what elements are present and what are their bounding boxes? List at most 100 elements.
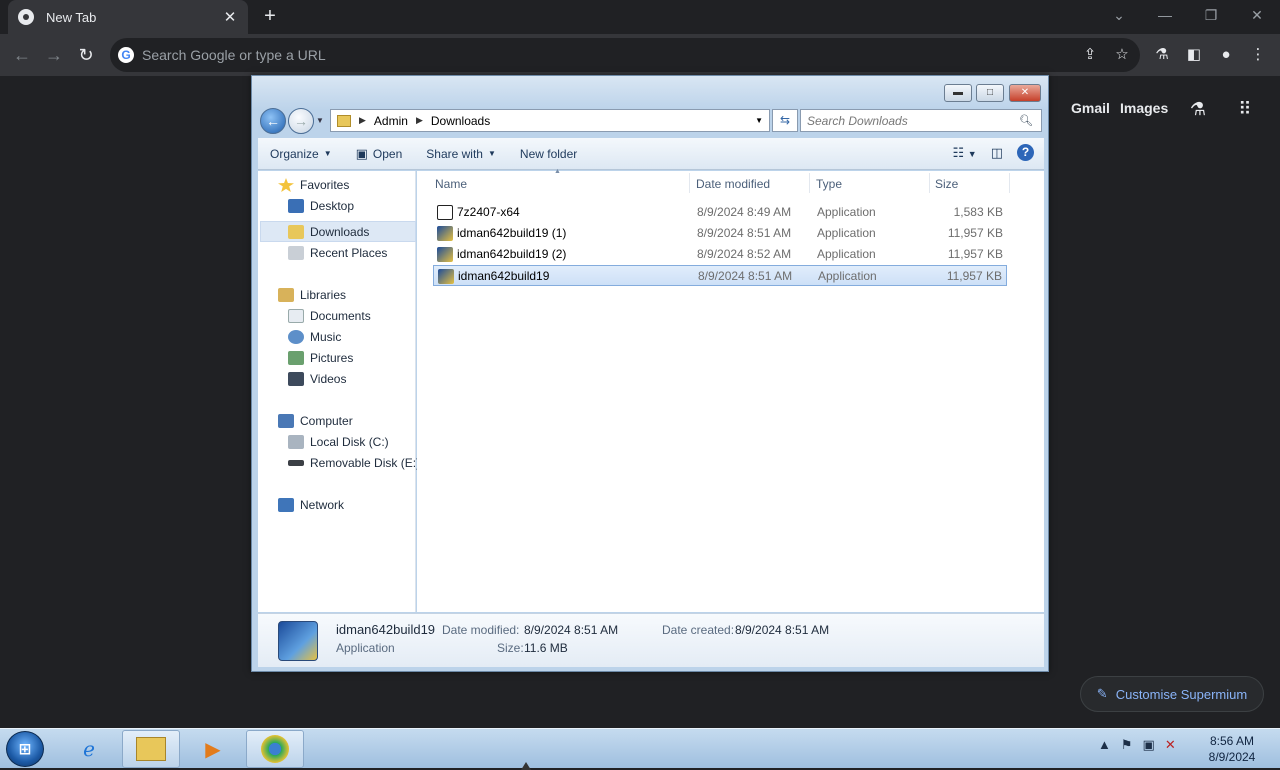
column-header-date-modified[interactable]: Date modified — [696, 177, 770, 191]
file-type: Application — [818, 269, 877, 283]
new-folder-button[interactable]: New folder — [520, 147, 577, 161]
open-button[interactable]: ▣ Open — [356, 146, 403, 162]
reload-icon[interactable]: ↻ — [74, 44, 98, 66]
explorer-forward-icon[interactable]: → — [288, 108, 314, 134]
explorer-maximize-button[interactable]: □ — [976, 84, 1004, 102]
change-view-icon[interactable]: ☷ ▼ — [953, 145, 977, 161]
action-center-flag-icon[interactable]: ⚑ — [1121, 737, 1133, 753]
file-name: idman642build19 — [458, 269, 550, 283]
nav-recent-places[interactable]: Recent Places — [288, 243, 387, 263]
address-bar[interactable]: ▶ Admin ▶ Downloads ▼ — [330, 109, 770, 132]
nav-local-disk[interactable]: Local Disk (C:) — [288, 432, 389, 452]
omnibox[interactable]: G — [110, 38, 1140, 72]
tab-search-icon[interactable]: ⌄ — [1104, 4, 1134, 26]
idm-installer-icon — [437, 226, 453, 241]
search-icon[interactable]: 🔍︎ — [1019, 114, 1033, 127]
close-browser-icon[interactable]: ✕ — [1242, 4, 1272, 26]
omnibox-input[interactable] — [142, 47, 1042, 63]
gmail-link[interactable]: Gmail — [1071, 100, 1110, 116]
volume-muted-icon[interactable]: ✕ — [1165, 737, 1176, 753]
nav-videos[interactable]: Videos — [288, 369, 346, 389]
nav-downloads[interactable]: Downloads — [288, 222, 369, 242]
file-name: idman642build19 (1) — [457, 226, 567, 240]
search-box[interactable]: 🔍︎ — [800, 109, 1042, 132]
profile-icon[interactable]: ● — [1215, 44, 1237, 66]
nav-label: Documents — [310, 309, 371, 323]
apps-icon[interactable]: ⠿ — [1234, 98, 1256, 120]
breadcrumb-downloads[interactable]: Downloads — [431, 114, 490, 128]
column-separator[interactable] — [1009, 173, 1010, 193]
file-size: 11,957 KB — [947, 247, 1003, 261]
column-header-size[interactable]: Size — [935, 177, 958, 191]
file-row[interactable]: idman642build19 (2) 8/9/2024 8:52 AM App… — [433, 244, 1007, 265]
chrome-favicon-icon — [18, 9, 34, 25]
start-button[interactable]: ⊞ — [6, 731, 44, 767]
file-type: Application — [817, 247, 876, 261]
column-separator[interactable] — [929, 173, 930, 193]
explorer-close-button[interactable]: ✕ — [1009, 84, 1041, 102]
column-separator[interactable] — [689, 173, 690, 193]
taskbar-clock[interactable]: 8:56 AM 8/9/2024 — [1200, 733, 1264, 765]
file-row-selected[interactable]: idman642build19 8/9/2024 8:51 AM Applica… — [433, 265, 1007, 286]
breadcrumb-arrow-icon[interactable]: ▶ — [416, 115, 423, 126]
file-row[interactable]: idman642build19 (1) 8/9/2024 8:51 AM App… — [433, 223, 1007, 244]
images-link[interactable]: Images — [1120, 100, 1168, 116]
new-tab-button[interactable]: + — [258, 5, 282, 29]
pencil-icon: ✎ — [1096, 686, 1108, 701]
nav-network[interactable]: Network — [278, 495, 344, 515]
star-icon — [278, 178, 294, 192]
share-with-button[interactable]: Share with ▼ — [426, 147, 496, 161]
browser-tab[interactable]: New Tab ✕ — [8, 0, 248, 34]
chrome-icon[interactable] — [246, 730, 304, 768]
internet-explorer-icon[interactable]: ℯ — [60, 730, 118, 768]
sort-ascending-icon: ▲ — [554, 168, 561, 175]
nav-documents[interactable]: Documents — [288, 306, 371, 326]
breadcrumb-arrow-icon[interactable]: ▶ — [359, 115, 366, 126]
file-row[interactable]: 7z2407-x64 8/9/2024 8:49 AM Application … — [433, 202, 1007, 223]
column-separator[interactable] — [809, 173, 810, 193]
forward-icon[interactable]: → — [42, 44, 66, 66]
nav-desktop[interactable]: Desktop — [288, 196, 354, 216]
new-folder-label: New folder — [519, 146, 578, 161]
nav-removable-disk[interactable]: Removable Disk (E:) — [288, 453, 420, 473]
explorer-minimize-button[interactable]: ▬ — [944, 84, 972, 102]
nav-label: Downloads — [310, 225, 370, 239]
customise-button[interactable]: ✎ Customise Supermium — [1080, 676, 1264, 712]
nav-label: Network — [300, 498, 345, 512]
nav-music[interactable]: Music — [288, 327, 341, 347]
nav-computer[interactable]: Computer — [278, 411, 353, 431]
nav-pictures[interactable]: Pictures — [288, 348, 353, 368]
media-player-icon[interactable]: ▶ — [184, 730, 242, 768]
minimize-browser-icon[interactable]: — — [1150, 4, 1180, 26]
recent-pages-dropdown-icon[interactable]: ▼ — [316, 116, 324, 125]
column-header-type[interactable]: Type — [816, 177, 842, 191]
labs-page-icon[interactable]: ⚗ — [1187, 98, 1209, 120]
help-icon[interactable]: ? — [1017, 144, 1034, 161]
nav-libraries[interactable]: Libraries — [278, 285, 346, 305]
restore-browser-icon[interactable]: ❐ — [1196, 4, 1226, 26]
navigation-pane: Favorites Desktop Downloads Recent Place… — [258, 171, 420, 612]
show-hidden-icons-icon[interactable]: ▲ — [1098, 737, 1111, 753]
nav-label: Pictures — [310, 351, 354, 365]
details-kind: Application — [336, 641, 395, 655]
organize-button[interactable]: Organize ▼ — [270, 147, 332, 161]
explorer-back-icon[interactable]: ← — [260, 108, 286, 134]
menu-icon[interactable]: ⋮ — [1247, 44, 1269, 66]
share-icon[interactable]: ⇪ — [1079, 44, 1101, 66]
libraries-icon — [278, 288, 294, 302]
network-tray-icon[interactable]: ▣ — [1143, 737, 1155, 753]
star-icon[interactable]: ☆ — [1111, 44, 1133, 66]
search-input[interactable] — [807, 113, 1019, 128]
preview-pane-icon[interactable]: ◫ — [991, 145, 1003, 161]
breadcrumb-admin[interactable]: Admin — [374, 114, 408, 128]
refresh-icon[interactable]: ⇆ — [772, 109, 798, 132]
back-icon[interactable]: ← — [10, 44, 34, 66]
file-explorer-icon[interactable] — [122, 730, 180, 768]
address-dropdown-icon[interactable]: ▼ — [755, 116, 763, 125]
local-disk-icon — [288, 435, 304, 449]
column-header-name[interactable]: Name — [435, 177, 467, 191]
nav-favorites[interactable]: Favorites — [278, 175, 349, 195]
labs-icon[interactable]: ⚗ — [1151, 44, 1173, 66]
sidepanel-icon[interactable]: ◧ — [1183, 44, 1205, 66]
tab-close-icon[interactable]: ✕ — [222, 8, 238, 26]
